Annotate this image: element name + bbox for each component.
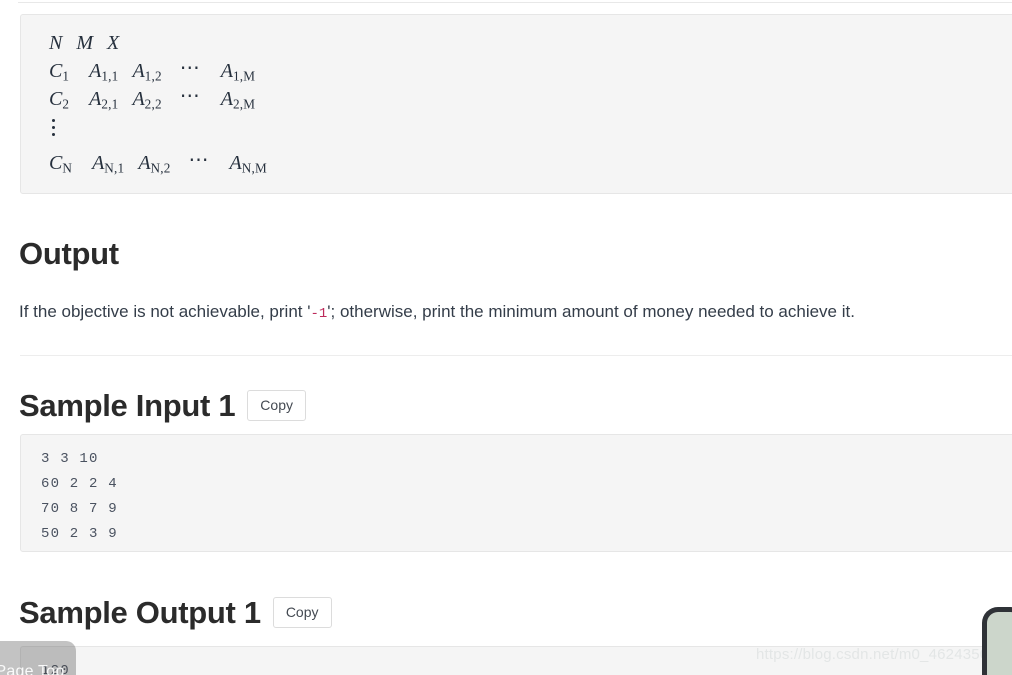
variable-a-second-subscript: 1,2 [144, 68, 162, 84]
variable-a-last-subscript: 1,M [232, 68, 256, 84]
horizontal-ellipsis-icon: ⋯ [188, 149, 212, 171]
variable-a-second: A [138, 152, 151, 174]
variable-a-first-subscript: 1,1 [101, 68, 119, 84]
output-description-prefix: If the objective is not achievable, prin… [19, 302, 311, 321]
input-format-line-3: C2 A2,1 A2,2 ⋯ A2,M [49, 85, 1012, 113]
input-format-block: NMX C1 A1,1 A1,2 ⋯ A1,M C2 A2,1 A2,2 ⋯ A2,M CN AN… [20, 14, 1012, 194]
output-code-value: -1 [310, 306, 328, 322]
variable-a-first-subscript: N,1 [104, 160, 125, 176]
variable-a-last-subscript: 2,M [232, 96, 256, 112]
sample-input-line: 60 2 2 4 [41, 476, 118, 492]
watermark-url: https://blog.csdn.net/m0_46243503 [756, 646, 997, 663]
output-heading: Output [19, 236, 119, 271]
sample-input-line: 3 3 10 [41, 451, 99, 467]
input-format-line-1: NMX [49, 29, 1012, 57]
variable-c-subscript: N [62, 160, 73, 176]
variable-a-first: A [89, 88, 102, 110]
horizontal-ellipsis-icon: ⋯ [179, 85, 203, 107]
input-format-line-2: C1 A1,1 A1,2 ⋯ A1,M [49, 57, 1012, 85]
input-format-line-vertical-dots [49, 113, 1012, 149]
variable-a-last-subscript: N,M [241, 160, 267, 176]
sample-output-heading-row: Sample Output 1 Copy [19, 597, 332, 628]
variable-c: C [49, 60, 63, 82]
output-description-suffix: '; otherwise, print the minimum amount o… [327, 302, 855, 321]
sample-input-heading: Sample Input 1 [19, 388, 236, 423]
variable-a-second-subscript: N,2 [150, 160, 171, 176]
variable-c-subscript: 1 [62, 68, 70, 84]
variable-a-first-subscript: 2,1 [101, 96, 119, 112]
sample-input-heading-row: Sample Input 1 Copy [19, 390, 306, 421]
vertical-ellipsis-icon [52, 115, 56, 136]
output-description: If the objective is not achievable, prin… [19, 301, 855, 325]
corner-overlay-widget[interactable] [982, 607, 1012, 675]
problem-statement-page: NMX C1 A1,1 A1,2 ⋯ A1,M C2 A2,1 A2,2 ⋯ A2,M CN AN… [0, 0, 1012, 675]
sample-input-line: 50 2 3 9 [41, 526, 118, 542]
variable-a-second: A [132, 60, 145, 82]
variable-n: N [49, 32, 63, 54]
sample-input-line: 70 8 7 9 [41, 501, 118, 517]
page-top-button[interactable]: Page Top [0, 641, 76, 675]
corner-overlay-screen [987, 612, 1012, 675]
copy-sample-output-button[interactable]: Copy [272, 597, 332, 628]
variable-c: C [49, 88, 63, 110]
copy-sample-input-button[interactable]: Copy [247, 390, 306, 421]
variable-c: C [49, 152, 63, 174]
variable-a-second: A [132, 88, 145, 110]
variable-a-first: A [92, 152, 105, 174]
top-divider [18, 2, 1012, 3]
input-format-line-5: CN AN,1 AN,2 ⋯ AN,M [49, 149, 1012, 177]
section-divider [20, 355, 1012, 356]
variable-a-first: A [89, 60, 102, 82]
variable-a-last: A [220, 60, 233, 82]
variable-x: X [107, 32, 120, 54]
variable-a-last: A [229, 152, 242, 174]
variable-c-subscript: 2 [62, 96, 70, 112]
variable-a-last: A [220, 88, 233, 110]
sample-input-block: 3 3 10 60 2 2 4 70 8 7 9 50 2 3 9 [20, 434, 1012, 552]
horizontal-ellipsis-icon: ⋯ [179, 57, 203, 79]
variable-m: M [76, 32, 94, 54]
variable-a-second-subscript: 2,2 [144, 96, 162, 112]
sample-output-heading: Sample Output 1 [19, 595, 261, 630]
